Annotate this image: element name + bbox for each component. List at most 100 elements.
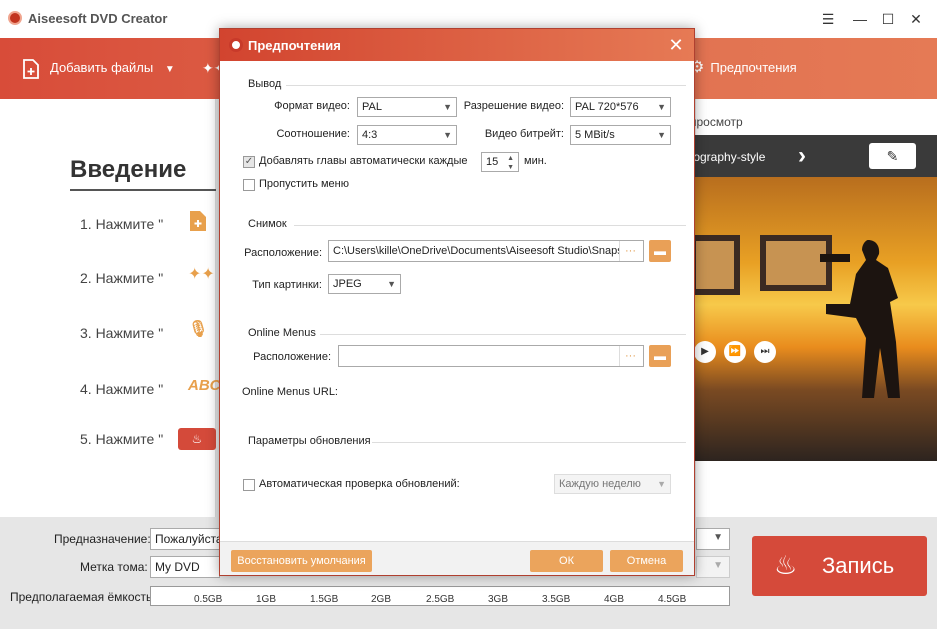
play-icon[interactable]: ▶: [694, 341, 716, 363]
add-files-button[interactable]: Добавить файлы ▼: [22, 56, 175, 80]
image-type-value: JPEG: [333, 278, 362, 290]
chevron-right-icon[interactable]: ›: [798, 142, 806, 170]
capacity-bar: 0.5GB 1GB 1.5GB 2GB 2.5GB 3GB 3.5GB 4GB …: [150, 586, 730, 606]
ok-button[interactable]: ОК: [530, 550, 603, 572]
video-format-label: Формат видео:: [274, 100, 350, 112]
online-location-input[interactable]: ···: [338, 345, 644, 367]
restore-defaults-button[interactable]: Восстановить умолчания: [231, 550, 372, 572]
photographer-silhouette: [820, 240, 900, 398]
video-format-value: PAL: [362, 101, 382, 113]
app-logo-icon: [8, 11, 22, 25]
folder-icon: ▬: [654, 244, 666, 258]
preferences-dialog: Предпочтения ✕ Вывод Формат видео: PAL ▼ …: [219, 28, 695, 576]
resolution-select[interactable]: PAL 720*576 ▼: [570, 97, 671, 117]
cancel-button[interactable]: Отмена: [610, 550, 683, 572]
chevron-down-icon: ▼: [657, 102, 666, 112]
intro-step-2: 2. Нажмите ": [80, 270, 164, 286]
edit-menu-button[interactable]: ✎: [869, 143, 916, 169]
chevron-down-icon: ▼: [443, 102, 452, 112]
browse-dots-icon[interactable]: ···: [619, 346, 641, 366]
online-menus-url-label: Online Menus URL:: [242, 386, 338, 398]
dialog-logo-icon: [229, 38, 243, 52]
minimize-button[interactable]: —: [850, 9, 870, 29]
burn-button[interactable]: ♨ Запись: [752, 536, 927, 596]
output-section-title: Вывод: [248, 78, 282, 90]
burn-step-icon: ♨: [178, 428, 216, 450]
flame-icon: ♨: [774, 550, 798, 580]
online-menus-section-title: Online Menus: [248, 327, 316, 339]
volume-label: Метка тома:: [80, 560, 148, 574]
capacity-tick: 2GB: [371, 594, 392, 605]
dialog-title-bar: Предпочтения ✕: [220, 29, 694, 61]
preferences-button[interactable]: ⚙ Предпочтения: [690, 56, 797, 80]
skip-menu-checkbox[interactable]: [243, 179, 255, 191]
destination-label: Предназначение:: [54, 532, 151, 546]
skip-menu-label: Пропустить меню: [259, 178, 349, 190]
intro-title: Введение: [70, 156, 187, 183]
intro-underline: [70, 189, 216, 191]
online-folder-button[interactable]: ▬: [649, 345, 671, 367]
dialog-close-icon[interactable]: ✕: [666, 35, 686, 56]
fast-forward-icon[interactable]: ⏩: [724, 341, 746, 363]
dialog-footer: Восстановить умолчания ОК Отмена: [220, 541, 694, 575]
add-file-icon: [22, 58, 40, 79]
app-title: Aiseesoft DVD Creator: [28, 11, 168, 26]
chevron-down-icon: ▼: [657, 479, 666, 489]
auto-chapters-value: 15: [486, 156, 499, 168]
capacity-tick: 3GB: [488, 594, 509, 605]
destination-dropdown-arrow[interactable]: ▼: [696, 528, 730, 550]
capacity-tick: 1.5GB: [310, 594, 339, 605]
volume-input[interactable]: My DVD: [150, 556, 220, 578]
video-format-select[interactable]: PAL ▼: [357, 97, 457, 117]
aspect-select[interactable]: 4:3 ▼: [357, 125, 457, 145]
photo-frame: [690, 235, 740, 295]
snapshot-location-value: C:\Users\kille\OneDrive\Documents\Aisees…: [333, 245, 639, 257]
capacity-label: Предполагаемая ёмкость:: [10, 590, 156, 604]
microphone-step-icon: 🎙: [188, 321, 209, 338]
menu-icon[interactable]: ☰: [818, 9, 838, 29]
capacity-tick: 2.5GB: [426, 594, 455, 605]
bitrate-value: 5 MBit/s: [575, 129, 615, 141]
maximize-button[interactable]: ☐: [878, 9, 898, 29]
aspect-value: 4:3: [362, 129, 378, 141]
capacity-tick: 4.5GB: [658, 594, 687, 605]
intro-step-5: 5. Нажмите ": [80, 431, 164, 447]
browse-dots-icon[interactable]: ···: [619, 241, 641, 261]
auto-chapters-label: Добавлять главы автоматически каждые: [259, 155, 468, 167]
image-type-label: Тип картинки:: [252, 279, 322, 291]
preview-label: просмотр: [690, 115, 743, 129]
menu-preview-image: ▶ ⏩ ⏭: [690, 177, 937, 461]
text-abc-step-icon: ABC: [188, 377, 221, 394]
add-files-label: Добавить файлы: [50, 60, 154, 75]
chevron-down-icon: ▼: [443, 130, 452, 140]
section-divider: [372, 442, 686, 443]
disc-type-dropdown[interactable]: ▼: [696, 556, 730, 578]
folder-icon: ▬: [654, 349, 666, 363]
chevron-down-icon: ▼: [657, 130, 666, 140]
capacity-tick: 4GB: [604, 594, 625, 605]
stepper-arrows-icon: ▲ ▼: [507, 155, 514, 171]
bitrate-select[interactable]: 5 MBit/s ▼: [570, 125, 671, 145]
capacity-tick: 1GB: [256, 594, 277, 605]
section-divider: [320, 334, 686, 335]
theme-name: tography-style: [690, 150, 766, 164]
add-file-step-icon: [188, 210, 210, 232]
next-icon[interactable]: ⏭: [754, 341, 776, 363]
snapshot-section-title: Снимок: [248, 218, 287, 230]
aspect-label: Соотношение:: [276, 128, 350, 140]
close-window-button[interactable]: ✕: [906, 9, 926, 29]
image-type-select[interactable]: JPEG ▼: [328, 274, 401, 294]
auto-update-checkbox[interactable]: [243, 479, 255, 491]
update-frequency-select[interactable]: Каждую неделю ▼: [554, 474, 671, 494]
intro-step-4: 4. Нажмите ": [80, 381, 164, 397]
auto-chapters-checkbox[interactable]: ✓: [243, 156, 255, 168]
snapshot-location-input[interactable]: C:\Users\kille\OneDrive\Documents\Aisees…: [328, 240, 644, 262]
preferences-label: Предпочтения: [710, 60, 797, 75]
auto-chapters-stepper[interactable]: 15 ▲ ▼: [481, 152, 519, 172]
updates-section-title: Параметры обновления: [248, 435, 371, 447]
snapshot-folder-button[interactable]: ▬: [649, 240, 671, 262]
destination-select[interactable]: Пожалуйста,: [150, 528, 226, 550]
online-location-label: Расположение:: [253, 351, 331, 363]
section-divider: [294, 225, 686, 226]
chevron-down-icon: ▼: [387, 279, 396, 289]
